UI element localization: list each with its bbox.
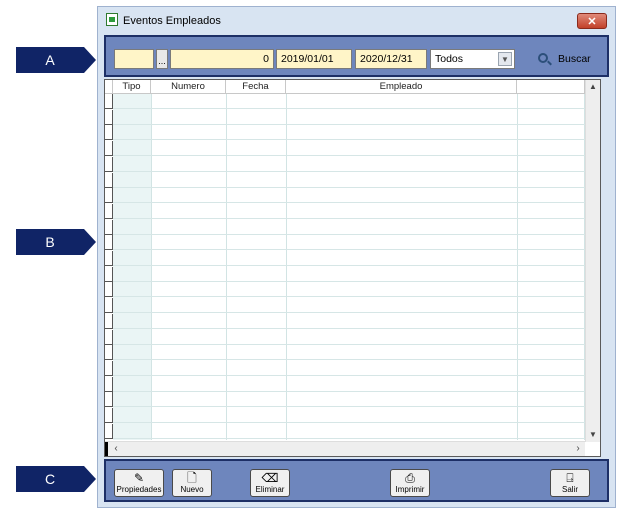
events-grid[interactable]: Tipo Numero Fecha Empleado ▲ ▼ ‹ › (104, 79, 601, 457)
table-row[interactable] (105, 156, 585, 172)
table-row[interactable] (105, 251, 585, 266)
row-indicator[interactable] (105, 125, 113, 141)
row-indicator[interactable] (105, 298, 113, 314)
action-toolbar: ✎ Propiedades 🗋 Nuevo ⌫ Eliminar ⎙ Impri… (104, 459, 609, 502)
row-indicator[interactable] (105, 360, 113, 376)
printer-icon: ⎙ (405, 471, 415, 485)
row-indicator[interactable] (105, 94, 113, 109)
scroll-down-icon[interactable]: ▼ (586, 428, 600, 442)
row-indicator[interactable] (105, 329, 113, 345)
table-row[interactable] (105, 125, 585, 141)
table-row[interactable] (105, 141, 585, 157)
grid-body (105, 94, 585, 440)
scroll-up-icon[interactable]: ▲ (586, 80, 600, 94)
eventos-window: Eventos Empleados ✕ ... 0 2019/01/01 202… (97, 6, 616, 508)
exit-button[interactable]: ⍈ Salir (550, 469, 590, 497)
delete-button[interactable]: ⌫ Eliminar (250, 469, 290, 497)
app-icon (106, 13, 118, 26)
row-indicator[interactable] (105, 282, 113, 298)
table-row[interactable] (105, 423, 585, 439)
table-row[interactable] (105, 329, 585, 345)
table-row[interactable] (105, 109, 585, 125)
table-row[interactable] (105, 360, 585, 376)
table-row[interactable] (105, 188, 585, 204)
table-row[interactable] (105, 298, 585, 314)
table-row[interactable] (105, 172, 585, 188)
table-row[interactable] (105, 408, 585, 423)
row-indicator[interactable] (105, 141, 113, 157)
close-button[interactable]: ✕ (577, 13, 607, 29)
code-field[interactable] (114, 49, 154, 69)
lookup-button[interactable]: ... (156, 49, 168, 69)
row-indicator[interactable] (105, 313, 113, 329)
row-indicator[interactable] (105, 203, 113, 219)
table-row[interactable] (105, 313, 585, 329)
search-button[interactable]: Buscar (536, 49, 600, 69)
number-field[interactable]: 0 (170, 49, 274, 69)
row-indicator-header (105, 80, 113, 94)
table-row[interactable] (105, 392, 585, 408)
grid-header: Tipo Numero Fecha Empleado (105, 80, 585, 94)
new-label: Nuevo (180, 485, 204, 494)
table-row[interactable] (105, 203, 585, 219)
row-indicator[interactable] (105, 423, 113, 439)
title-bar: Eventos Empleados ✕ (98, 7, 615, 33)
print-label: Imprimir (395, 485, 425, 494)
window-title: Eventos Empleados (123, 15, 221, 27)
exit-label: Salir (561, 485, 578, 494)
row-indicator[interactable] (105, 345, 113, 361)
search-icon (538, 53, 548, 63)
row-indicator[interactable] (105, 392, 113, 408)
row-indicator[interactable] (105, 172, 113, 188)
filter-panel: ... 0 2019/01/01 2020/12/31 Todos ▼ Busc… (104, 35, 609, 77)
exit-door-icon: ⍈ (566, 471, 574, 485)
row-indicator[interactable] (105, 109, 113, 125)
column-header-tipo[interactable]: Tipo (113, 80, 151, 94)
properties-icon: ✎ (133, 471, 145, 485)
column-header-empleado[interactable]: Empleado (286, 80, 517, 94)
table-row[interactable] (105, 219, 585, 235)
print-button[interactable]: ⎙ Imprimir (390, 469, 430, 497)
row-indicator[interactable] (105, 235, 113, 251)
chevron-down-icon[interactable]: ▼ (498, 52, 512, 66)
vertical-scrollbar[interactable]: ▲ ▼ (585, 80, 600, 442)
close-icon: ✕ (587, 15, 597, 28)
callout-a-label: A (16, 47, 84, 73)
type-select-value: Todos (435, 53, 464, 65)
date-from-field[interactable]: 2019/01/01 (276, 49, 352, 69)
properties-button[interactable]: ✎ Propiedades (114, 469, 164, 497)
type-select[interactable]: Todos ▼ (430, 49, 515, 69)
eraser-icon: ⌫ (261, 471, 279, 485)
delete-label: Eliminar (255, 485, 285, 494)
row-indicator[interactable] (105, 376, 113, 392)
properties-label: Propiedades (116, 485, 162, 494)
scroll-left-icon[interactable]: ‹ (109, 442, 123, 456)
table-row[interactable] (105, 94, 585, 109)
column-header-fecha[interactable]: Fecha (226, 80, 286, 94)
table-row[interactable] (105, 235, 585, 251)
callout-c-label: C (16, 466, 84, 492)
scroll-right-icon[interactable]: › (571, 442, 585, 456)
search-label: Buscar (558, 53, 591, 65)
column-header-extra[interactable] (517, 80, 585, 94)
date-to-field[interactable]: 2020/12/31 (355, 49, 427, 69)
table-row[interactable] (105, 266, 585, 282)
table-row[interactable] (105, 282, 585, 298)
row-indicator[interactable] (105, 251, 113, 266)
column-header-numero[interactable]: Numero (151, 80, 226, 94)
row-indicator[interactable] (105, 156, 113, 172)
new-document-icon: 🗋 (187, 471, 197, 485)
callout-b-label: B (16, 229, 84, 255)
table-row[interactable] (105, 345, 585, 361)
row-indicator[interactable] (105, 266, 113, 282)
table-row[interactable] (105, 376, 585, 392)
row-indicator[interactable] (105, 219, 113, 235)
new-button[interactable]: 🗋 Nuevo (172, 469, 212, 497)
row-indicator[interactable] (105, 188, 113, 204)
horizontal-scrollbar[interactable]: ‹ › (105, 441, 585, 456)
row-indicator[interactable] (105, 408, 113, 423)
